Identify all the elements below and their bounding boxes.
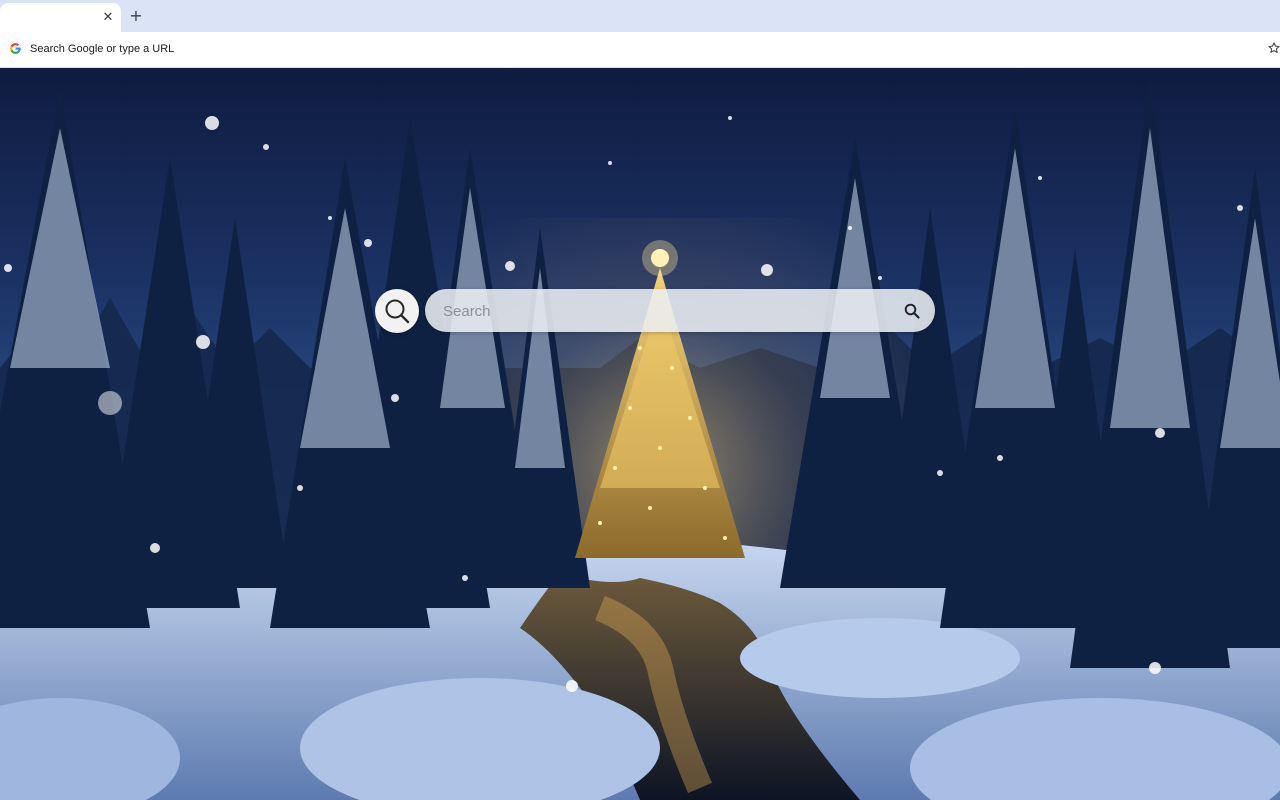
search-logo-button[interactable] <box>375 289 419 333</box>
search-input[interactable] <box>443 300 883 322</box>
new-tab-page <box>0 68 1280 800</box>
close-tab-icon[interactable]: ✕ <box>100 10 116 26</box>
tab-strip: ✕ + <box>0 0 1280 32</box>
search-icon[interactable] <box>903 302 921 320</box>
omnibox-input[interactable]: Search Google or type a URL <box>30 42 174 56</box>
active-tab[interactable]: ✕ <box>0 3 121 32</box>
magnifier-icon <box>385 299 410 324</box>
toolbar <box>0 32 1280 68</box>
wallpaper-scene <box>0 78 1280 800</box>
google-g-icon <box>10 43 21 54</box>
search-box <box>425 289 935 332</box>
new-tab-button[interactable]: + <box>126 7 146 25</box>
star-icon[interactable] <box>1267 41 1280 55</box>
